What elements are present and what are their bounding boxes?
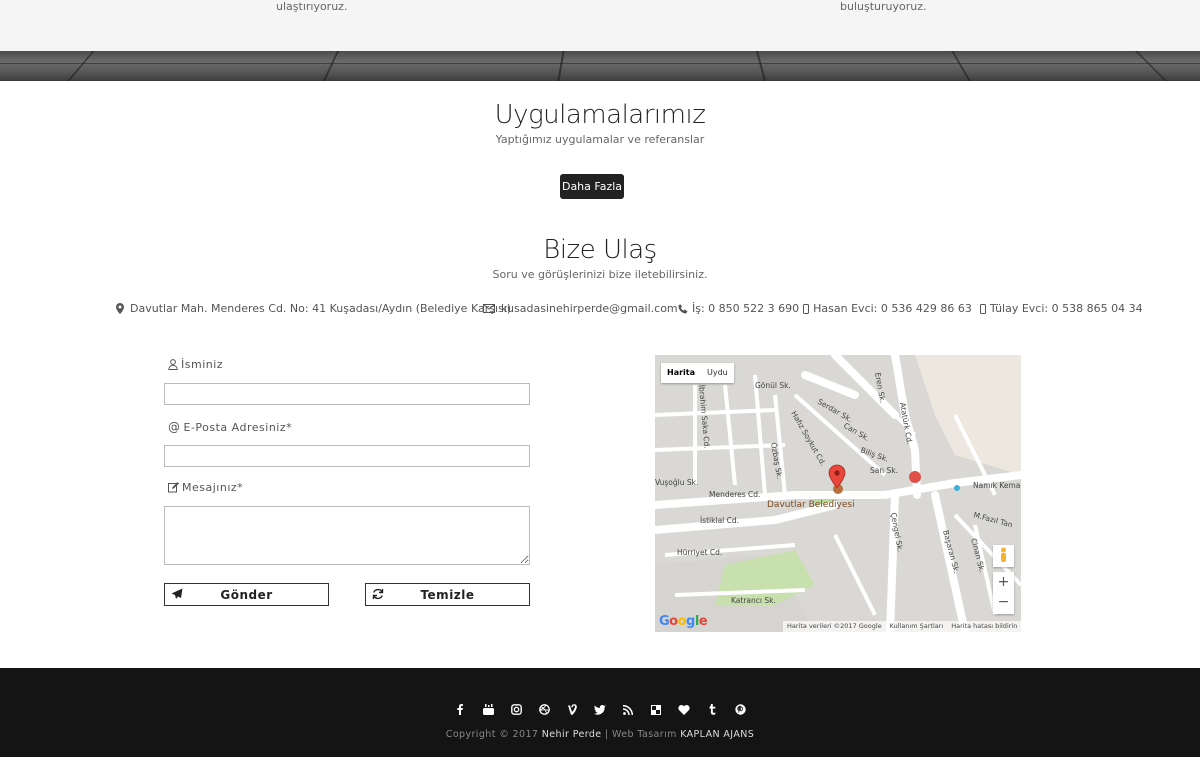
message-textarea[interactable] (164, 506, 530, 565)
parallax-floor-image (0, 51, 1200, 81)
map-type-tabs: Harita Uydu (661, 363, 734, 383)
mobile-icon (803, 303, 810, 314)
heart-icon[interactable] (677, 702, 692, 717)
address-info: Davutlar Mah. Menderes Cd. No: 41 Kuşada… (116, 302, 511, 315)
agency-link[interactable]: KAPLAN AJANS (680, 729, 754, 740)
copyright-text: Copyright © 2017 Nehir Perde | Web Tasar… (0, 729, 1200, 740)
envelope-icon (483, 304, 495, 313)
phone-tulay: Tülay Evci: 0 538 865 04 34 (989, 302, 1143, 315)
vine-icon[interactable] (565, 702, 580, 717)
service-text-right: buluşturuyoruz. (840, 0, 927, 13)
map-canvas[interactable]: Gönül Sk. Atatürk Cd. Eren Sk. Serdar Sk… (655, 355, 1021, 632)
map-street-label: Katrancı Sk. (731, 596, 776, 605)
mobile-icon (979, 303, 986, 314)
street-view-button[interactable] (993, 545, 1014, 567)
page: ulaştırıyoruz. buluşturuyoruz. Uygulamal… (0, 0, 1200, 757)
message-label: Mesajınız* (168, 481, 243, 494)
email-text[interactable]: kusadasinehirperde@gmail.com (501, 302, 678, 315)
user-icon (168, 359, 178, 370)
email-label: @ E-Posta Adresiniz* (168, 420, 293, 434)
transit-icon (954, 485, 960, 491)
google-logo[interactable]: Google (659, 614, 708, 629)
map-pin-dot (834, 470, 840, 476)
paper-plane-icon (171, 588, 183, 599)
map-terms-link[interactable]: Kullanım Şartları (890, 621, 944, 632)
facebook-icon[interactable] (453, 702, 468, 717)
applications-subtitle: Yaptığımız uygulamalar ve referanslar (495, 133, 705, 146)
more-button[interactable]: Daha Fazla (560, 174, 624, 199)
zoom-controls: + − (993, 572, 1014, 614)
services-strip: ulaştırıyoruz. buluşturuyoruz. (0, 0, 1200, 51)
map-street-label: San Sk. (870, 466, 898, 475)
instagram-icon[interactable] (509, 702, 524, 717)
social-links (0, 702, 1200, 717)
pinterest-icon[interactable] (733, 702, 748, 717)
brand-link[interactable]: Nehir Perde (542, 729, 602, 740)
location-map[interactable]: Gönül Sk. Atatürk Cd. Eren Sk. Serdar Sk… (655, 355, 1021, 632)
map-street-label: İstiklal Cd. (700, 516, 739, 525)
email-input[interactable] (164, 445, 530, 467)
pegman-icon (1001, 547, 1006, 562)
zoom-in-button[interactable]: + (993, 572, 1014, 592)
map-report-link[interactable]: Harita hatası bildirin (951, 621, 1017, 632)
contact-title: Bize Ulaş (543, 235, 657, 265)
email-info: kusadasinehirperde@gmail.com (483, 302, 678, 315)
map-marker-label: Davutlar Belediyesi (767, 500, 855, 510)
name-label: İsminiz (168, 358, 223, 371)
tumblr-icon[interactable] (705, 702, 720, 717)
copyright-separator: | Web Tasarım (604, 729, 677, 740)
youtube-icon[interactable] (481, 702, 496, 717)
map-data-credit: Harita verileri ©2017 Google (787, 622, 882, 630)
rss-icon[interactable] (621, 702, 636, 717)
map-attribution: Harita verileri ©2017 Google Kullanım Şa… (783, 621, 1021, 632)
send-button[interactable]: Gönder (164, 583, 329, 606)
phone-hasan: Hasan Evci: 0 536 429 86 63 (813, 302, 972, 315)
dribbble-icon[interactable] (537, 702, 552, 717)
applications-title: Uygulamalarımız (494, 100, 706, 130)
phone-work: İş: 0 850 522 3 690 (692, 302, 800, 315)
hospital-icon (909, 471, 921, 483)
edit-icon (168, 482, 179, 493)
map-street-label: Namık Kemal (973, 481, 1021, 490)
tab-satellite[interactable]: Uydu (701, 363, 734, 383)
map-marker-icon (116, 303, 124, 314)
clear-button[interactable]: Temizle (365, 583, 530, 606)
zoom-out-button[interactable]: − (993, 592, 1014, 612)
map-street-label: Hürriyet Cd. (677, 548, 722, 557)
footer: Copyright © 2017 Nehir Perde | Web Tasar… (0, 668, 1200, 757)
copyright-prefix: Copyright © 2017 (445, 729, 539, 740)
address-text: Davutlar Mah. Menderes Cd. No: 41 Kuşada… (130, 302, 512, 315)
name-input[interactable] (164, 383, 530, 405)
phone-icon (678, 303, 688, 313)
phone-info: İş: 0 850 522 3 690 Hasan Evci: 0 536 42… (678, 302, 1143, 315)
map-street-label: Menderes Cd. (709, 490, 760, 499)
map-street-label: Vuşoğlu Sk. (655, 478, 698, 487)
service-text-left: ulaştırıyoruz. (276, 0, 348, 13)
contact-subtitle: Soru ve görüşlerinizi bize iletebilirsin… (492, 268, 708, 281)
tab-map[interactable]: Harita (661, 363, 701, 383)
twitter-icon[interactable] (593, 702, 608, 717)
delicious-icon[interactable] (649, 702, 664, 717)
refresh-icon (372, 588, 384, 600)
at-icon: @ (168, 420, 181, 434)
map-street-label: Gönül Sk. (755, 381, 791, 390)
